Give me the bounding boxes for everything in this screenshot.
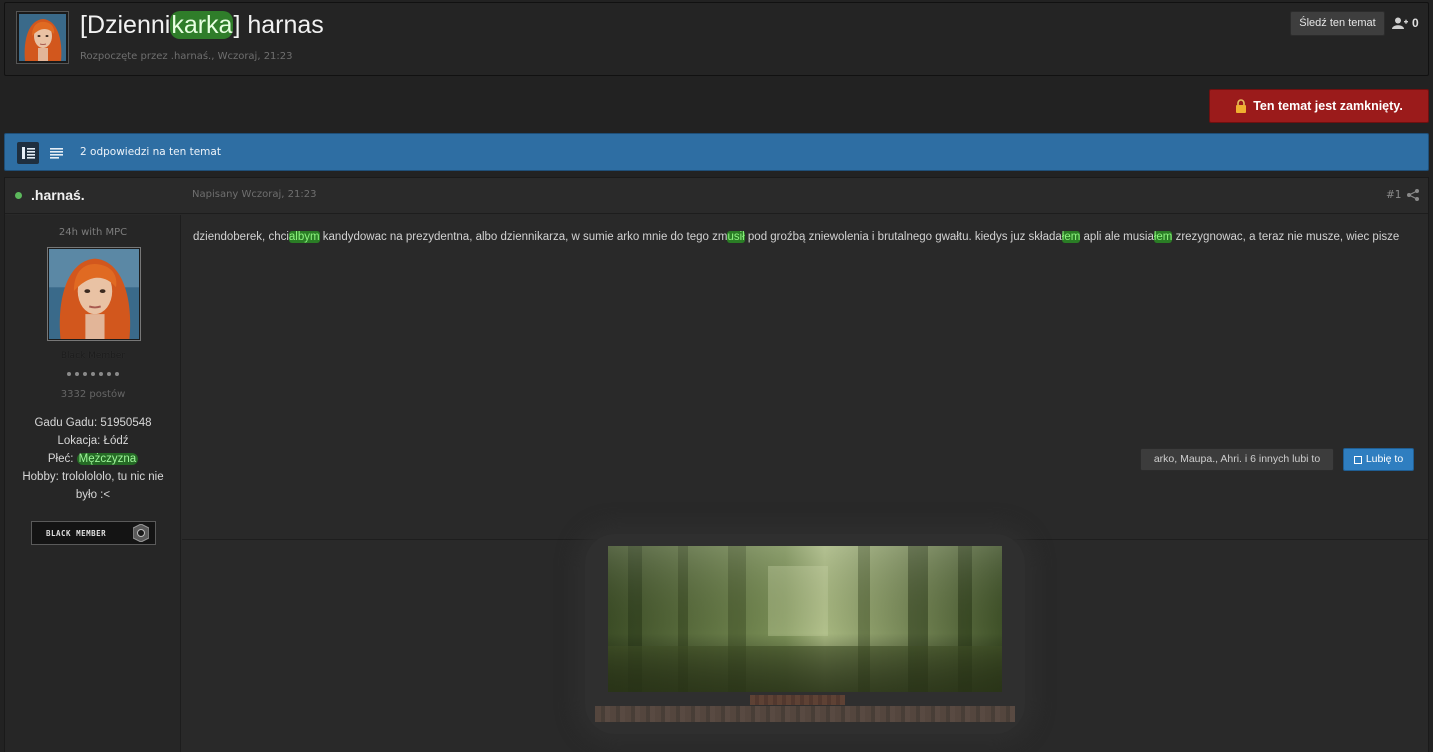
post-text-highlight: usił bbox=[727, 231, 745, 243]
post-text: apli ale musia bbox=[1080, 231, 1154, 243]
list-lines-icon bbox=[49, 147, 63, 159]
post-text: zrezygnowac, a teraz nie musze, wiec pis… bbox=[1172, 231, 1400, 243]
users-icon bbox=[1392, 17, 1408, 29]
topic-controls-bar: 2 odpowiedzi na ten temat bbox=[4, 133, 1429, 171]
list-detail-icon bbox=[21, 147, 35, 159]
field-hobby: Hobby: trololololo, tu nic nie było :< bbox=[22, 471, 164, 501]
locked-label: Ten temat jest zamknięty. bbox=[1253, 99, 1403, 113]
post: .harnaś. Napisany Wczoraj, 21:23 #1 24h … bbox=[4, 177, 1429, 752]
rank-pips bbox=[5, 372, 181, 376]
post-text: pod groźbą zniewolenia i brutalnego gwał… bbox=[744, 231, 1062, 243]
like-checkbox-icon bbox=[1353, 455, 1362, 464]
gender-value: Mężczyzna bbox=[76, 453, 139, 465]
like-button[interactable]: Lubię to bbox=[1343, 448, 1414, 471]
user-avatar[interactable] bbox=[47, 247, 141, 341]
post-author-name[interactable]: .harnaś. bbox=[31, 187, 85, 203]
post-content: dziendoberek, chcialbym kandydowac na pr… bbox=[193, 228, 1421, 247]
signature-forest-image bbox=[608, 546, 1002, 692]
rank-pip bbox=[107, 372, 111, 376]
rank-pip bbox=[91, 372, 95, 376]
like-label: Lubię to bbox=[1365, 453, 1404, 465]
title-suffix: ] harnas bbox=[233, 11, 324, 39]
followers-count-value: 0 bbox=[1412, 16, 1419, 30]
post-number-link[interactable]: #1 bbox=[1386, 189, 1401, 201]
post-author-sidebar: 24h with MPC Black Member 3332 postów Ga… bbox=[5, 215, 181, 752]
user-post-count: 3332 postów bbox=[60, 389, 126, 400]
title-prefix: [Dzienni bbox=[80, 11, 171, 39]
user-title: 24h with MPC bbox=[58, 227, 128, 238]
gender-label: Płeć: bbox=[47, 453, 77, 465]
topic-header: [Dziennikarka] harnas Rozpoczęte przez .… bbox=[4, 2, 1429, 76]
topic-locked-badge: Ten temat jest zamknięty. bbox=[1209, 89, 1429, 123]
topic-meta: Rozpoczęte przez .harnaś., Wczoraj, 21:2… bbox=[80, 51, 293, 62]
rank-pip bbox=[75, 372, 79, 376]
rank-pip bbox=[99, 372, 103, 376]
lock-icon bbox=[1236, 99, 1247, 113]
field-gadu-gadu: Gadu Gadu: 51950548 bbox=[34, 417, 152, 429]
rank-pip bbox=[67, 372, 71, 376]
post-text-highlight: łem bbox=[1153, 231, 1173, 243]
followers-count[interactable]: 0 bbox=[1392, 14, 1419, 32]
topic-title: [Dziennikarka] harnas bbox=[80, 11, 324, 40]
post-text: dziendoberek, chci bbox=[193, 231, 289, 243]
view-mode-compact-button[interactable] bbox=[45, 142, 67, 164]
topic-author-avatar[interactable] bbox=[16, 11, 69, 64]
post-date[interactable]: Napisany Wczoraj, 21:23 bbox=[192, 189, 316, 200]
field-location: Lokacja: Łódź bbox=[57, 435, 129, 447]
online-status-dot bbox=[15, 192, 22, 199]
rank-badge: BLACK MEMBER bbox=[31, 521, 156, 545]
rank-badge-text: BLACK MEMBER bbox=[46, 528, 107, 538]
signature-caption-blurred bbox=[750, 695, 845, 705]
reply-count: 2 odpowiedzi na ten temat bbox=[80, 146, 221, 158]
post-header: .harnaś. Napisany Wczoraj, 21:23 #1 bbox=[5, 178, 1428, 214]
likers-list-button[interactable]: arko, Maupa., Ahri. i 6 innych lubi to bbox=[1140, 448, 1334, 471]
title-highlight: karka bbox=[170, 11, 234, 39]
post-text-highlight: albym bbox=[288, 231, 320, 243]
rank-pip bbox=[115, 372, 119, 376]
post-text: kandydowac na prezydentna, albo dziennik… bbox=[319, 231, 728, 243]
share-icon[interactable] bbox=[1407, 189, 1419, 201]
user-group: Black Member bbox=[60, 351, 126, 361]
field-gender: Płeć: Mężczyzna bbox=[17, 450, 169, 468]
profile-fields: Gadu Gadu: 51950548 Lokacja: Łódź Płeć: … bbox=[5, 414, 181, 504]
signature-caption-blurred bbox=[595, 706, 1015, 722]
follow-topic-button[interactable]: Śledź ten temat bbox=[1290, 11, 1385, 36]
post-text-highlight: łem bbox=[1061, 231, 1081, 243]
rank-emblem-icon bbox=[133, 524, 149, 542]
view-mode-full-button[interactable] bbox=[17, 142, 39, 164]
rank-pip bbox=[83, 372, 87, 376]
